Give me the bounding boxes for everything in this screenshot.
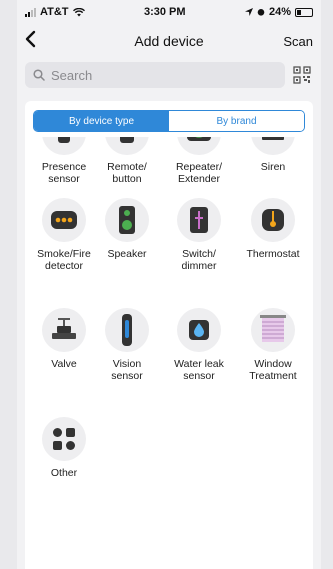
device-type-water-leak[interactable]: Water leak sensor bbox=[163, 308, 235, 382]
device-type-thermostat[interactable]: Thermostat bbox=[237, 198, 309, 260]
alarm-icon bbox=[257, 9, 265, 16]
page-title: Add device bbox=[134, 33, 204, 49]
battery-icon bbox=[295, 7, 313, 17]
device-label: Other bbox=[50, 467, 78, 479]
wifi-icon bbox=[72, 7, 85, 16]
search-icon bbox=[33, 69, 45, 81]
battery-label: 24% bbox=[268, 6, 291, 18]
search-row: Search bbox=[17, 58, 321, 92]
chevron-left-icon[interactable] bbox=[23, 30, 47, 52]
device-label: Remote/button bbox=[107, 161, 147, 185]
scan-button[interactable]: Scan bbox=[283, 34, 313, 49]
tab-by-device-type[interactable]: By device type bbox=[34, 111, 169, 131]
device-label: Water leak sensor bbox=[174, 358, 224, 382]
device-label: Vision sensor bbox=[111, 358, 143, 382]
valve-icon bbox=[42, 308, 86, 352]
water-leak-icon bbox=[177, 308, 221, 352]
device-type-speaker[interactable]: Speaker bbox=[91, 198, 163, 260]
device-label: Smoke/Fire detector bbox=[37, 248, 91, 272]
device-type-smoke-detector[interactable]: Smoke/Fire detector bbox=[28, 198, 100, 272]
status-bar: AT&T 3:30 PM 24% bbox=[17, 0, 321, 24]
device-label: Speaker bbox=[107, 248, 147, 260]
location-icon bbox=[244, 8, 253, 16]
window-treatment-icon bbox=[251, 308, 295, 352]
nav-bar: Add device Scan bbox=[17, 24, 321, 58]
device-type-other[interactable]: Other bbox=[28, 417, 100, 479]
device-type-vision-sensor[interactable]: Vision sensor bbox=[91, 308, 163, 382]
segmented-control: By device type By brand bbox=[33, 110, 305, 132]
other-icon bbox=[42, 417, 86, 461]
smoke-detector-icon bbox=[42, 198, 86, 242]
tab-by-brand[interactable]: By brand bbox=[169, 111, 304, 131]
time-label: 3:30 PM bbox=[143, 6, 186, 18]
phone-screen: AT&T 3:30 PM 24% Add device Scan Search bbox=[17, 0, 321, 569]
device-label: Switch/dimmer bbox=[181, 248, 217, 272]
device-label: Thermostat bbox=[246, 248, 300, 260]
qr-code-icon[interactable] bbox=[291, 64, 313, 86]
thermostat-icon bbox=[251, 198, 295, 242]
device-type-switch[interactable]: Switch/dimmer bbox=[163, 198, 235, 272]
device-label: Presence sensor bbox=[41, 161, 87, 185]
carrier-label: AT&T bbox=[40, 6, 69, 18]
speaker-icon bbox=[105, 198, 149, 242]
device-label: Siren bbox=[260, 161, 286, 173]
device-list-panel: By device type By brand Presence sensor Re… bbox=[25, 101, 313, 569]
search-placeholder: Search bbox=[51, 67, 93, 83]
device-label: Window Treatment bbox=[249, 358, 297, 382]
device-label: Repeater/Extender bbox=[175, 161, 223, 185]
device-type-valve[interactable]: Valve bbox=[28, 308, 100, 370]
switch-icon bbox=[177, 198, 221, 242]
vision-sensor-icon bbox=[105, 308, 149, 352]
device-label: Valve bbox=[51, 358, 77, 370]
signal-icon bbox=[25, 7, 36, 17]
search-input[interactable]: Search bbox=[25, 62, 285, 88]
device-type-window-treatment[interactable]: Window Treatment bbox=[237, 308, 309, 382]
